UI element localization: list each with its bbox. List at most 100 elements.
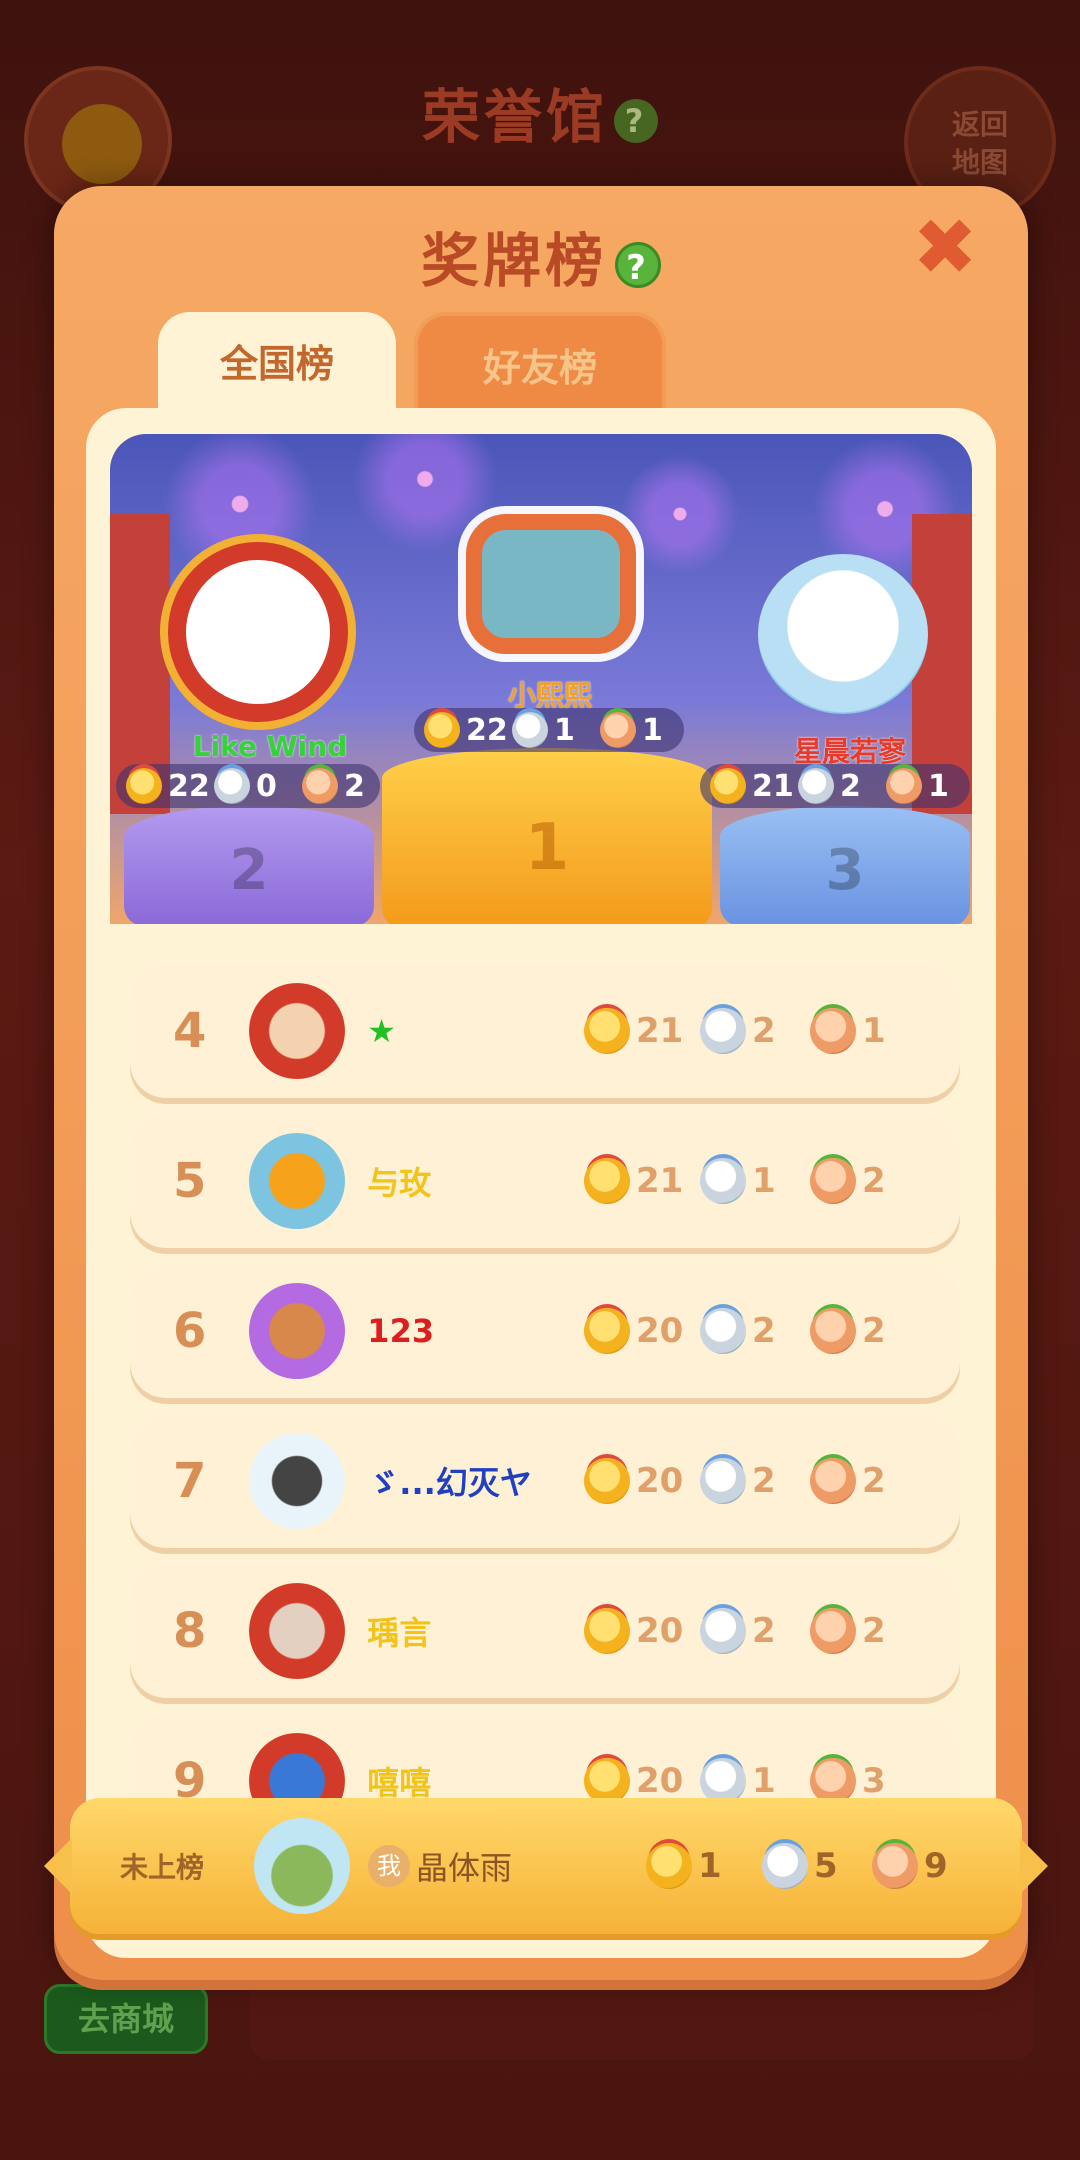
medal-stats: 21 2 1 <box>700 764 970 808</box>
bronze-cell: 2 <box>810 1458 920 1504</box>
help-icon[interactable]: ? <box>615 241 661 288</box>
silver-count: 2 <box>752 1011 776 1051</box>
bronze-cell: 1 <box>810 1008 920 1054</box>
gold-medal-icon <box>584 1608 630 1654</box>
silver-medal-icon <box>700 1608 746 1654</box>
podium-stage: 2 1 3 Like Wind 小熙熙 星晨若寥 22 0 2 22 1 1 2… <box>110 434 972 924</box>
gold-cell: 20 <box>584 1608 700 1654</box>
bronze-medal-icon <box>810 1458 856 1504</box>
bronze-count: 1 <box>862 1011 886 1051</box>
silver-cell: 2 <box>700 1608 810 1654</box>
avatar[interactable] <box>249 1583 346 1679</box>
silver-cell: 1 <box>700 1158 810 1204</box>
gold-cell: 21 <box>584 1008 700 1054</box>
gold-count: 22 <box>466 712 508 748</box>
gold-count: 1 <box>698 1846 722 1886</box>
silver-medal-icon <box>214 768 250 804</box>
bronze-count: 2 <box>862 1611 886 1651</box>
rank-number: 6 <box>172 1303 207 1359</box>
bronze-cell: 2 <box>810 1158 920 1204</box>
my-rank-label: 未上榜 <box>119 1851 204 1884</box>
my-rank-row[interactable]: 未上榜 我 晶体雨 1 5 9 <box>44 1798 1048 1934</box>
gold-medal-icon <box>584 1158 630 1204</box>
silver-medal-icon <box>512 712 548 748</box>
silver-medal-icon <box>700 1458 746 1504</box>
gold-medal-icon <box>710 768 746 804</box>
medal-counts: 20 2 2 <box>584 1308 920 1354</box>
medal-counts: 21 1 2 <box>584 1158 920 1204</box>
gold-count: 21 <box>752 768 794 804</box>
avatar[interactable] <box>168 542 348 722</box>
table-row[interactable]: 5 与玫 21 1 2 <box>130 1114 960 1248</box>
bronze-count: 1 <box>928 768 949 804</box>
silver-count: 2 <box>752 1461 776 1501</box>
silver-medal-icon <box>700 1008 746 1054</box>
gold-count: 21 <box>636 1011 684 1051</box>
avatar[interactable] <box>758 554 928 714</box>
medal-counts: 21 2 1 <box>584 1008 920 1054</box>
bronze-count: 3 <box>862 1761 886 1801</box>
player-name: 与玫 <box>367 1164 432 1202</box>
player-name: Like Wind <box>192 730 348 763</box>
bronze-count: 9 <box>924 1846 948 1886</box>
rank-list[interactable]: 4 ★ 21 2 1 5 与玫 21 1 2 6 123 20 2 2 7 ゞ.… <box>130 964 960 1924</box>
silver-medal-icon <box>762 1843 808 1889</box>
gold-medal-icon <box>424 712 460 748</box>
table-row[interactable]: 4 ★ 21 2 1 <box>130 964 960 1098</box>
avatar[interactable] <box>254 1818 350 1914</box>
hall-help-icon[interactable]: ? <box>614 98 658 143</box>
table-row[interactable]: 6 123 20 2 2 <box>130 1264 960 1398</box>
bronze-medal-icon <box>810 1308 856 1354</box>
silver-count: 2 <box>840 768 861 804</box>
silver-cell: 5 <box>762 1843 872 1889</box>
close-button[interactable]: ✖ <box>912 209 978 287</box>
gold-cell: 21 <box>584 1158 700 1204</box>
gold-medal-icon <box>646 1843 692 1889</box>
bronze-cell: 2 <box>810 1308 920 1354</box>
gold-cell: 1 <box>646 1843 762 1889</box>
avatar[interactable] <box>249 983 346 1079</box>
silver-medal-icon <box>798 768 834 804</box>
gold-cell: 20 <box>584 1308 700 1354</box>
gold-medal-icon <box>584 1008 630 1054</box>
gold-count: 20 <box>636 1761 684 1801</box>
rank-number: 4 <box>172 1003 207 1059</box>
bronze-medal-icon <box>886 768 922 804</box>
rank-number: 8 <box>172 1603 207 1659</box>
gold-medal-icon <box>584 1458 630 1504</box>
gold-count: 20 <box>636 1461 684 1501</box>
bronze-medal-icon <box>810 1158 856 1204</box>
medal-stats: 22 1 1 <box>414 708 684 752</box>
gold-medal-icon <box>126 768 162 804</box>
silver-count: 2 <box>752 1311 776 1351</box>
medal-counts: 1 5 9 <box>646 1843 982 1889</box>
bronze-cell: 2 <box>810 1608 920 1654</box>
bronze-count: 2 <box>862 1311 886 1351</box>
leaderboard-panel: 2 1 3 Like Wind 小熙熙 星晨若寥 22 0 2 22 1 1 2… <box>86 408 996 1958</box>
avatar[interactable] <box>249 1283 346 1379</box>
bronze-medal-icon <box>810 1008 856 1054</box>
podium-first: 1 <box>382 748 712 924</box>
go-shop-button[interactable]: 去商城 <box>44 1984 208 2054</box>
rank-number: 7 <box>172 1453 207 1509</box>
player-name: 123 <box>367 1312 435 1350</box>
player-name: ゞ...幻灭ヤ <box>367 1464 532 1502</box>
silver-count: 1 <box>752 1161 776 1201</box>
gold-count: 22 <box>168 768 210 804</box>
bronze-medal-icon <box>872 1843 918 1889</box>
podium-third: 3 <box>720 806 970 924</box>
silver-cell: 2 <box>700 1008 810 1054</box>
player-name: 瑀言 <box>367 1614 432 1652</box>
table-row[interactable]: 7 ゞ...幻灭ヤ 20 2 2 <box>130 1414 960 1548</box>
avatar[interactable] <box>249 1133 346 1229</box>
silver-cell: 2 <box>700 1458 810 1504</box>
bronze-medal-icon <box>810 1608 856 1654</box>
player-name: ★ <box>367 1012 396 1050</box>
bronze-count: 2 <box>344 768 365 804</box>
gold-count: 21 <box>636 1161 684 1201</box>
table-row[interactable]: 8 瑀言 20 2 2 <box>130 1564 960 1698</box>
bronze-count: 1 <box>642 712 663 748</box>
medal-counts: 20 2 2 <box>584 1458 920 1504</box>
avatar[interactable] <box>249 1433 346 1529</box>
avatar[interactable] <box>466 514 636 654</box>
